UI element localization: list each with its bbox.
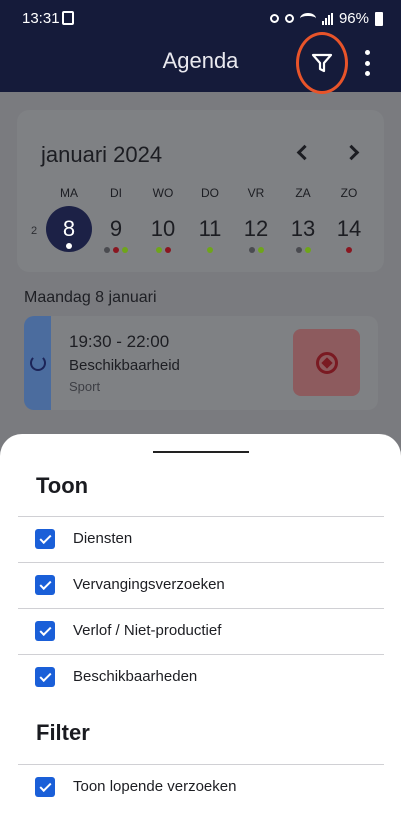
checkbox[interactable] [35,575,55,595]
day-number: 14 [336,216,362,241]
option-label: Diensten [73,530,133,547]
weekday-label: DO [201,186,219,200]
event-indicator-dot [104,247,110,253]
show-heading: Toon [36,473,89,498]
bluetooth-icon [284,14,294,23]
event-dots [187,247,233,254]
calendar-day[interactable]: WO 10 [140,186,186,254]
repeat-icon [29,355,46,371]
dot-icon [364,71,370,76]
previous-week-button[interactable] [291,140,313,164]
calendar-day[interactable]: VR 12 [233,186,279,254]
check-icon [38,669,52,682]
option-diensten[interactable]: Diensten [0,517,401,561]
battery-percentage: 96% [338,10,369,27]
weekday-label: WO [152,186,174,200]
next-week-button[interactable] [343,140,365,164]
event-indicator-dot [164,247,171,253]
day-number: 10 [150,216,176,241]
weekday-label: ZO [340,186,358,200]
event-indicator-dot [155,247,162,253]
event-indicator-dot [346,247,352,253]
calendar-day[interactable]: ZO 14 [326,186,372,254]
option-vervangingsverzoeken[interactable]: Vervangingsverzoeken [0,563,401,607]
soccer-ball-icon [315,351,338,374]
event-card[interactable]: 19:30 - 22:00 Beschikbaarheid Sport [24,316,378,410]
event-dots [233,247,279,254]
dot-icon [364,50,370,55]
option-beschikbaarheden[interactable]: Beschikbaarheden [0,655,401,699]
check-icon [38,623,52,636]
filter-bottom-sheet: Toon Diensten Vervangingsverzoeken Verlo… [0,434,401,818]
checkbox[interactable] [35,667,55,687]
signal-icon [321,12,333,25]
app-bar: 13:31 96% Agenda [0,0,401,94]
status-bar: 13:31 96% [0,0,401,36]
option-label: Beschikbaarheden [73,668,198,685]
event-category-badge [293,329,360,396]
option-label: Vervangingsverzoeken [73,576,225,593]
option-label: Toon lopende verzoeken [73,778,237,795]
filter-heading: Filter [36,720,90,745]
event-dots [140,247,186,254]
event-indicator-dot [248,247,255,253]
event-dots [46,243,92,250]
week-calendar: januari 2024 2 MA 8 DI 9 WO 10 DO 11 VR … [17,110,384,272]
date-heading: Maandag 8 januari [24,289,157,306]
filter-button[interactable] [296,32,348,94]
check-icon [38,779,52,792]
event-indicator-dot [207,247,213,253]
sheet-drag-handle[interactable] [153,451,249,453]
check-icon [38,577,52,590]
event-indicator-dot [257,247,264,253]
month-label: januari 2024 [41,142,163,167]
status-icons: 96% [269,10,383,27]
filter-icon [311,53,333,73]
option-label: Verlof / Niet-productief [73,622,222,639]
check-icon [38,531,52,544]
weekday-label: DI [110,186,122,200]
weekday-label: VR [247,186,265,200]
battery-icon [375,11,383,26]
calendar-day[interactable]: DI 9 [93,186,139,254]
option-toon-lopende-verzoeken[interactable]: Toon lopende verzoeken [0,765,401,809]
checkbox[interactable] [35,621,55,641]
dot-icon [364,60,370,66]
day-number: 9 [109,216,123,241]
event-type-stripe [24,316,51,410]
event-dots [93,247,139,254]
calendar-day[interactable]: DO 11 [187,186,233,254]
alarm-icon [269,14,279,23]
event-indicator-dot [122,247,128,253]
more-options-button[interactable] [358,50,376,76]
day-number: 13 [290,216,316,241]
weekday-label: MA [60,186,78,200]
option-verlof[interactable]: Verlof / Niet-productief [0,609,401,653]
event-category: Sport [69,379,101,394]
event-time: 19:30 - 22:00 [69,332,170,351]
sim-icon [62,11,74,25]
event-dots [280,247,326,254]
event-indicator-dot [304,247,311,253]
event-dots [326,247,372,254]
weekday-label: ZA [295,186,311,200]
day-number: 11 [198,216,222,241]
chevron-left-icon [296,144,313,160]
event-title: Beschikbaarheid [69,357,180,374]
wifi-icon [299,13,316,24]
calendar-day[interactable]: ZA 13 [280,186,326,254]
calendar-day[interactable]: MA 8 [46,186,92,252]
checkbox[interactable] [35,777,55,797]
event-indicator-dot [295,247,302,253]
event-indicator-dot [66,243,72,249]
status-time: 13:31 [22,10,60,27]
day-number: 12 [243,216,269,241]
week-number: 2 [31,225,38,237]
checkbox[interactable] [35,529,55,549]
event-indicator-dot [113,247,119,253]
chevron-right-icon [343,144,360,160]
